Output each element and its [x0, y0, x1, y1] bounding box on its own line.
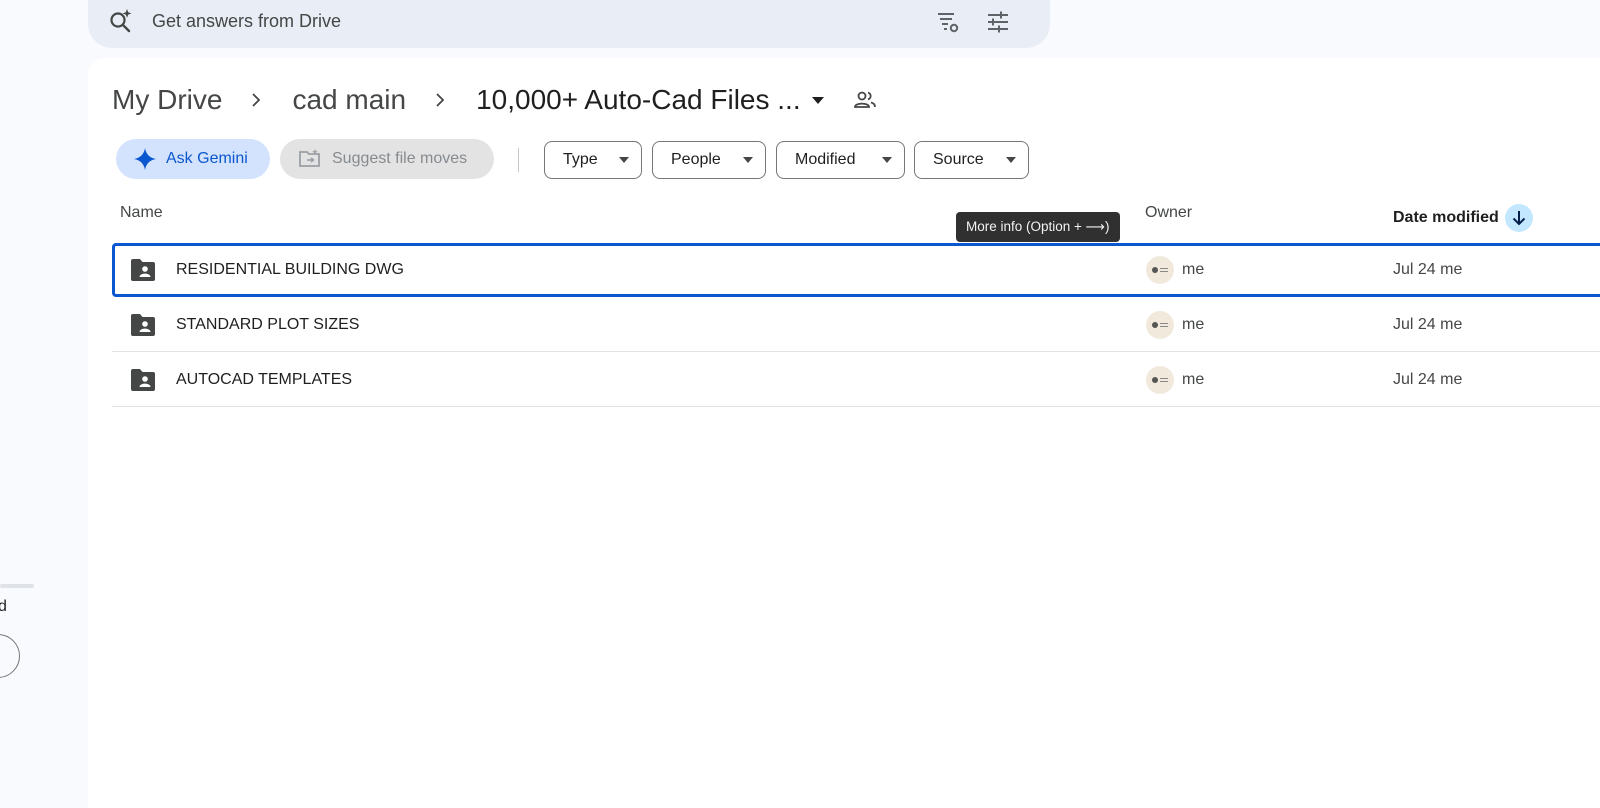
search-input[interactable] — [152, 8, 852, 34]
column-header-date-modified[interactable]: Date modified — [1393, 204, 1533, 232]
dropdown-caret-icon — [811, 97, 824, 104]
file-name: STANDARD PLOT SIZES — [176, 315, 360, 333]
file-name: AUTOCAD TEMPLATES — [176, 370, 353, 388]
owner-name: me — [1182, 315, 1205, 333]
column-header-name[interactable]: Name — [120, 204, 163, 222]
table-row[interactable]: RESIDENTIAL BUILDING DWG me Jul 24 me — [112, 243, 1600, 297]
breadcrumb-current-folder[interactable]: 10,000+ Auto-Cad Files ... — [476, 80, 825, 120]
suggest-file-moves-button[interactable]: Suggest file moves — [280, 139, 494, 179]
avatar — [1146, 310, 1174, 339]
drive-settings-button[interactable] — [934, 8, 962, 36]
ask-gemini-label: Ask Gemini — [166, 150, 248, 167]
arrow-down-icon — [1512, 211, 1526, 226]
filter-source-chip[interactable]: Source — [914, 141, 1029, 179]
filter-type-chip[interactable]: Type — [544, 141, 642, 179]
dropdown-caret-icon — [743, 157, 753, 163]
date-modified: Jul 24 me — [1393, 261, 1463, 278]
dropdown-caret-icon — [1006, 157, 1016, 163]
date-modified: Jul 24 me — [1393, 370, 1463, 388]
dropdown-caret-icon — [619, 157, 629, 163]
current-folder-title: 10,000+ Auto-Cad Files ... — [476, 84, 801, 115]
storage-progress-bar — [0, 584, 34, 588]
filter-type-label: Type — [563, 151, 598, 168]
chevron-right-icon — [430, 90, 450, 110]
shared-folder-icon — [131, 259, 155, 281]
filter-modified-label: Modified — [795, 151, 856, 168]
sort-direction-button[interactable] — [1504, 204, 1533, 232]
search-options-icon — [988, 11, 1008, 33]
avatar — [1146, 256, 1174, 284]
dropdown-caret-icon — [882, 157, 892, 163]
owner-name: me — [1182, 261, 1205, 278]
file-name: RESIDENTIAL BUILDING DWG — [176, 261, 404, 278]
storage-label-fragment: d — [0, 598, 7, 615]
filter-people-label: People — [671, 151, 721, 168]
gemini-spark-icon — [134, 148, 156, 170]
owner-name: me — [1182, 370, 1205, 388]
search-options-button[interactable] — [984, 8, 1012, 36]
folder-move-icon — [299, 149, 320, 167]
chip-divider — [518, 148, 519, 172]
ask-gemini-button[interactable]: Ask Gemini — [116, 139, 270, 179]
suggest-file-moves-label: Suggest file moves — [332, 150, 468, 167]
shared-folder-icon — [131, 368, 155, 391]
breadcrumb: My Drive cad main 10,000+ Auto-Cad Files… — [112, 78, 877, 122]
search-spark-icon — [110, 9, 132, 33]
breadcrumb-cad-main[interactable]: cad main — [292, 80, 406, 120]
table-row[interactable]: STANDARD PLOT SIZES me Jul 24 me — [112, 298, 1600, 352]
filter-source-label: Source — [933, 151, 984, 168]
date-modified: Jul 24 me — [1393, 315, 1463, 333]
column-header-owner: Owner — [1145, 204, 1193, 221]
chevron-right-icon — [246, 90, 266, 110]
breadcrumb-my-drive[interactable]: My Drive — [112, 80, 222, 120]
table-row[interactable]: AUTOCAD TEMPLATES me Jul 24 me — [112, 353, 1600, 407]
search-bar — [88, 0, 1050, 48]
drive-settings-icon — [938, 13, 959, 33]
more-info-tooltip: More info (Option + ⟶) — [956, 212, 1120, 242]
shared-people-icon[interactable] — [853, 88, 877, 112]
avatar — [1146, 365, 1174, 394]
filter-modified-chip[interactable]: Modified — [776, 141, 905, 179]
shared-folder-icon — [131, 313, 155, 336]
date-modified-label: Date modified — [1393, 209, 1499, 226]
get-more-storage-button[interactable] — [0, 634, 20, 678]
filter-people-chip[interactable]: People — [652, 141, 766, 179]
